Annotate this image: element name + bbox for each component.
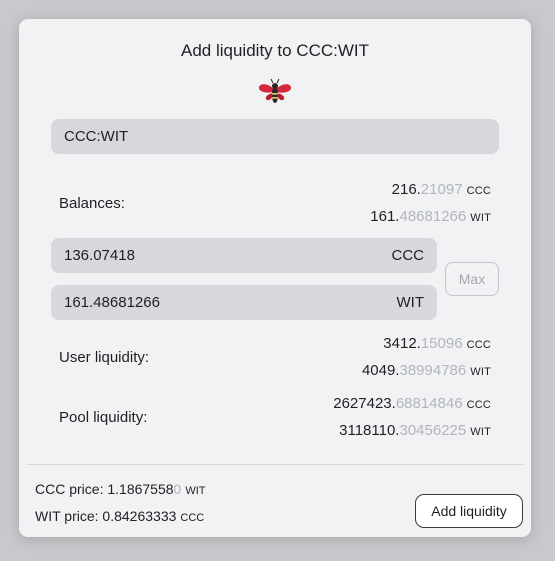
wit-amount-input[interactable]: 161.48681266 WIT xyxy=(51,285,437,320)
wit-amount-value: 161.48681266 xyxy=(64,294,160,311)
dialog-title: Add liquidity to CCC:WIT xyxy=(181,41,369,60)
ccc-amount-input[interactable]: 136.07418 CCC xyxy=(51,238,437,273)
balance-wit: 161.48681266 WIT xyxy=(370,208,491,225)
pool-liquidity-label: Pool liquidity: xyxy=(59,409,148,426)
balance-ccc: 216.21097 CCC xyxy=(391,181,491,198)
ccc-amount-unit: CCC xyxy=(391,247,425,264)
user-liquidity-wit: 4049.38994786 WIT xyxy=(361,362,491,379)
wit-amount-unit: WIT xyxy=(396,294,425,311)
user-liquidity-label: User liquidity: xyxy=(59,349,150,366)
add-liquidity-button[interactable]: Add liquidity xyxy=(415,494,523,528)
wit-price: WIT price: 0.84263333 CCC xyxy=(35,508,205,524)
balances-label: Balances: xyxy=(59,195,125,212)
bee-icon xyxy=(258,78,292,103)
ccc-price: CCC price: 1.18675580 WIT xyxy=(35,481,206,497)
max-button[interactable]: Max xyxy=(445,262,499,296)
pair-field[interactable]: CCC:WIT xyxy=(51,119,499,154)
pool-liquidity-wit: 3118110.30456225 WIT xyxy=(339,422,491,439)
pool-liquidity-ccc: 2627423.68814846 CCC xyxy=(333,395,491,412)
add-liquidity-dialog: Add liquidity to CCC:WIT CCC:WIT Balance… xyxy=(19,19,531,537)
user-liquidity-ccc: 3412.15096 CCC xyxy=(383,335,491,352)
ccc-amount-value: 136.07418 xyxy=(64,247,135,264)
divider xyxy=(27,464,523,465)
